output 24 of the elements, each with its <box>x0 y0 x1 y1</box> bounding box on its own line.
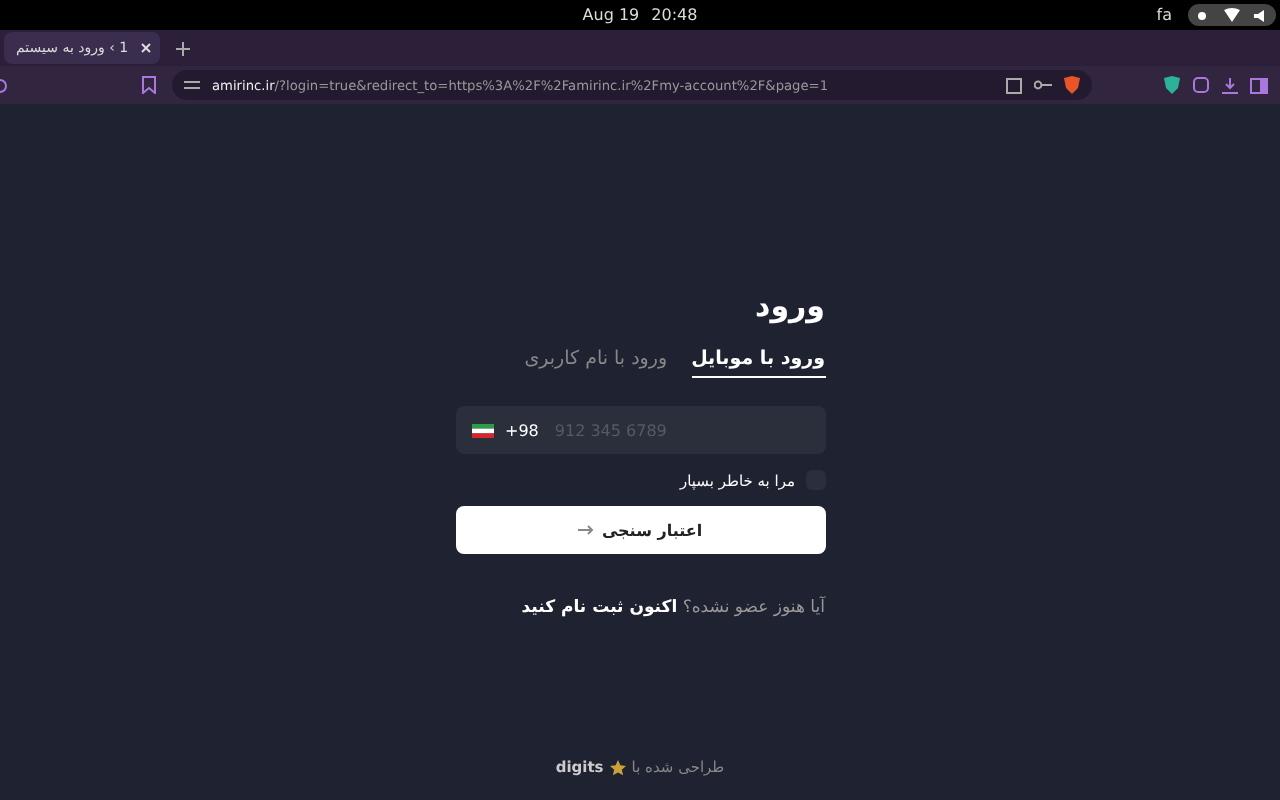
flag-icon <box>471 423 493 437</box>
clock[interactable]: 20:48 <box>651 6 698 24</box>
login-title: ورود <box>753 288 825 324</box>
close-icon[interactable] <box>140 42 152 54</box>
bookmark-icon[interactable] <box>142 76 156 94</box>
sidebar-icon[interactable] <box>1250 77 1268 93</box>
site-settings-icon[interactable] <box>184 78 200 92</box>
arrow-icon <box>577 524 594 536</box>
volume-icon <box>1253 7 1270 23</box>
login-tab[interactable]: ورود با موبایل <box>691 348 825 378</box>
language-indicator[interactable]: fa <box>1156 6 1172 24</box>
download-icon[interactable] <box>1222 77 1238 93</box>
register-link[interactable]: اکنون ثبت نام کنید <box>521 598 678 618</box>
system-status-menu[interactable] <box>1188 4 1276 26</box>
wifi-icon <box>1223 8 1240 22</box>
login-tab[interactable]: ورود با نام کاربری <box>524 348 668 378</box>
register-prompt: آیا هنوز عضو نشده؟ اکنون ثبت نام کنید <box>519 598 825 618</box>
verify-button[interactable]: اعتبار سنجی <box>455 506 825 554</box>
country-code[interactable]: +98 <box>505 421 539 439</box>
star-icon <box>609 759 626 775</box>
date-label[interactable]: Aug 19 <box>582 6 640 24</box>
new-tab-icon[interactable] <box>176 41 190 55</box>
shield-icon[interactable] <box>1164 76 1180 94</box>
key-icon[interactable] <box>1034 80 1052 90</box>
